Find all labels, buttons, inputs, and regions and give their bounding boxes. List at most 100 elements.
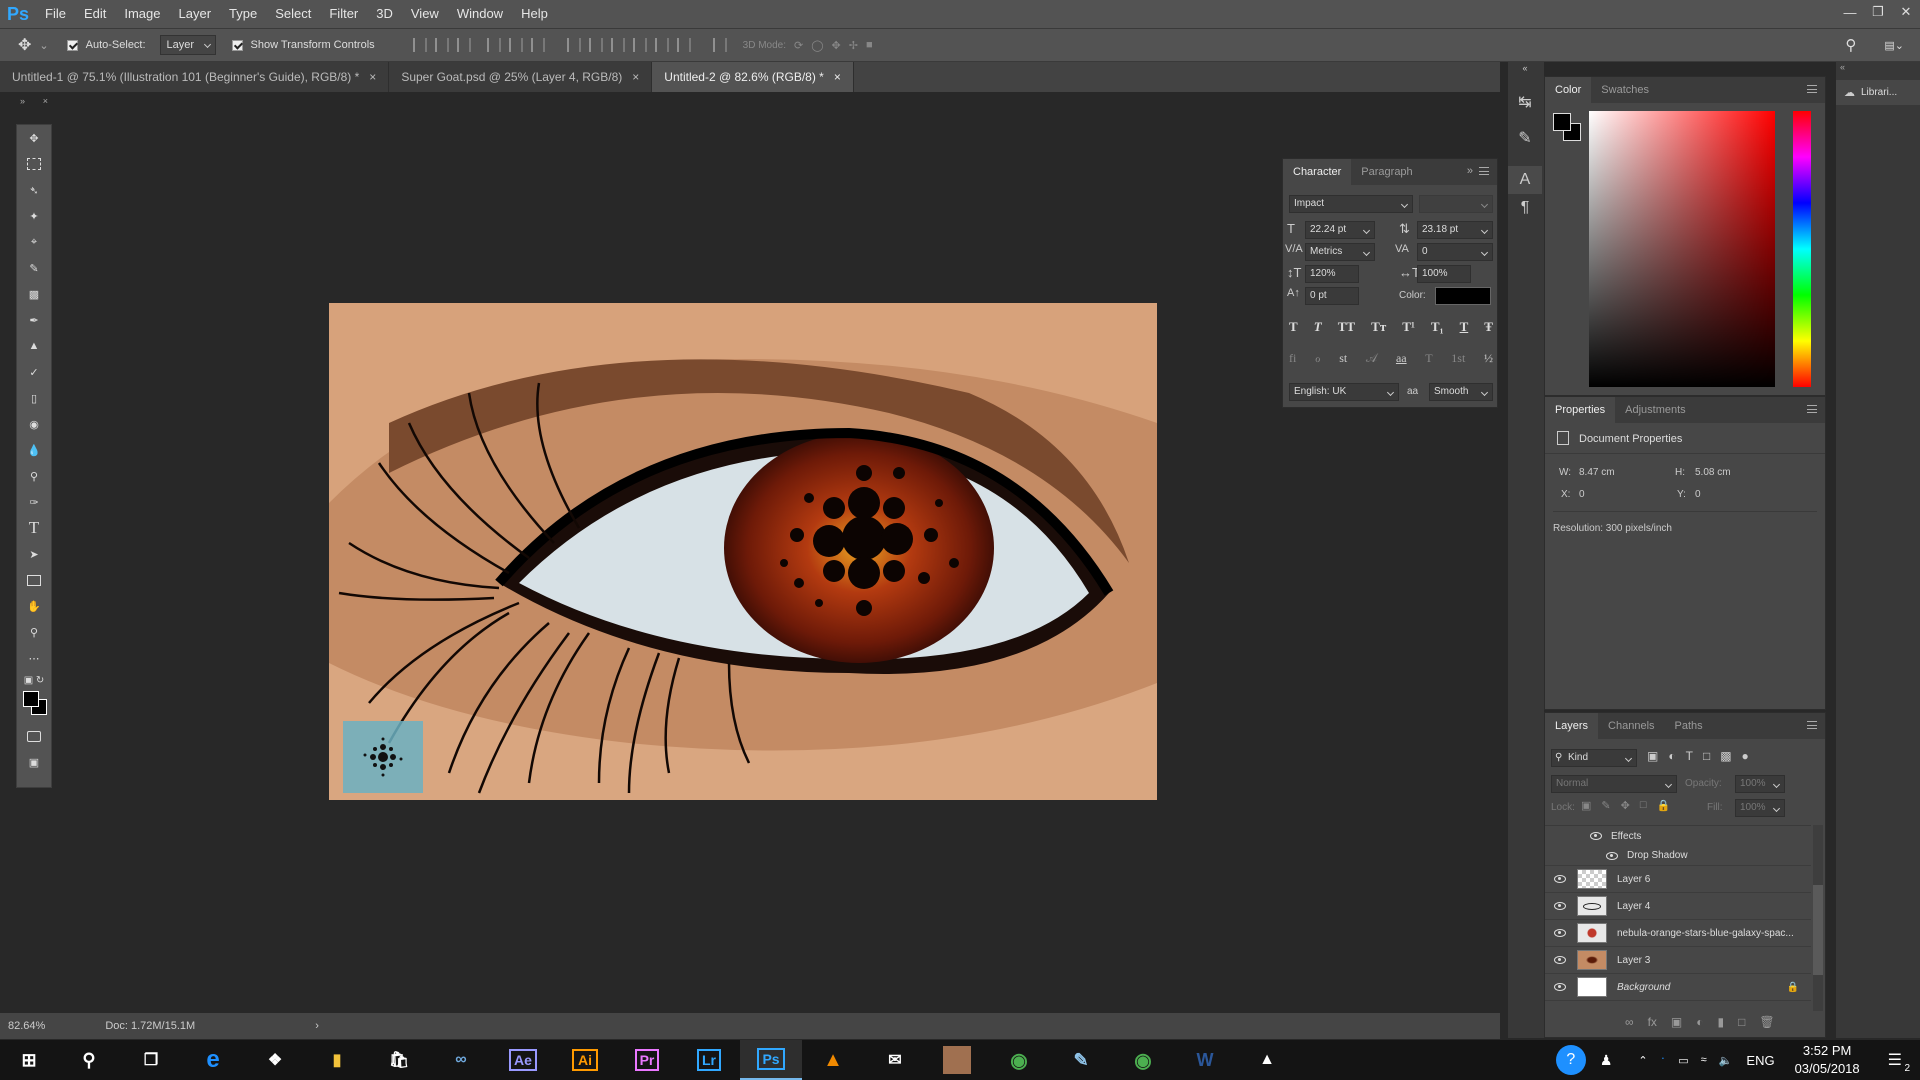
layer-row-layer-6[interactable]: Layer 6 bbox=[1545, 866, 1811, 893]
fg-bg-swatches[interactable] bbox=[1553, 113, 1583, 143]
tab-super-goat[interactable]: Super Goat.psd @ 25% (Layer 4, RGB/8) × bbox=[389, 62, 653, 92]
search-icon[interactable]: ⚲ bbox=[58, 1040, 120, 1080]
visibility-eye-icon[interactable] bbox=[1545, 956, 1575, 964]
wifi-icon[interactable]: ≈ bbox=[1701, 1054, 1707, 1066]
tab-swatches[interactable]: Swatches bbox=[1591, 77, 1659, 103]
distribute-vcenter-icon[interactable] bbox=[588, 38, 603, 52]
distribute-right-icon[interactable] bbox=[676, 38, 691, 52]
history-brush-tool-icon[interactable]: ✓ bbox=[17, 359, 51, 385]
filter-pixel-icon[interactable]: ▣ bbox=[1647, 749, 1658, 763]
menu-help[interactable]: Help bbox=[512, 0, 557, 28]
height-value[interactable]: 5.08 cm bbox=[1695, 467, 1731, 478]
tab-untitled-2[interactable]: Untitled-2 @ 82.6% (RGB/8) * × bbox=[652, 62, 854, 92]
photoshop-taskbar-icon[interactable]: Ps bbox=[740, 1040, 802, 1080]
volume-icon[interactable]: 🔈 bbox=[1719, 1054, 1733, 1067]
strikethrough-button[interactable]: Ŧ bbox=[1484, 319, 1493, 335]
clone-stamp-tool-icon[interactable]: ▲ bbox=[17, 333, 51, 359]
type-tool-icon[interactable]: T bbox=[17, 515, 51, 541]
panel-menu-icon[interactable] bbox=[1479, 167, 1489, 175]
paragraph-panel-icon[interactable]: ¶ bbox=[1508, 194, 1542, 222]
filter-type-icon[interactable]: T bbox=[1686, 749, 1693, 763]
tracking-field[interactable]: 0 bbox=[1417, 243, 1493, 261]
bluetooth-icon[interactable]: ᛫ bbox=[1660, 1054, 1667, 1066]
3d-scale-icon[interactable]: ■ bbox=[866, 39, 873, 51]
screen-mode-icon[interactable]: ▣ bbox=[17, 749, 51, 775]
drop-shadow-row[interactable]: Drop Shadow bbox=[1545, 846, 1811, 866]
old-style-button[interactable]: aa bbox=[1396, 351, 1407, 366]
illustrator-icon[interactable]: Ai bbox=[554, 1040, 616, 1080]
all-caps-button[interactable]: TT bbox=[1338, 319, 1355, 335]
document-canvas[interactable] bbox=[329, 303, 1157, 800]
show-hidden-icon[interactable]: ⌃ bbox=[1638, 1054, 1647, 1067]
y-value[interactable]: 0 bbox=[1695, 489, 1701, 500]
rectangle-tool-icon[interactable] bbox=[17, 567, 51, 593]
tab-paths[interactable]: Paths bbox=[1665, 713, 1713, 739]
healing-brush-tool-icon[interactable]: ▩ bbox=[17, 281, 51, 307]
panel-menu-icon[interactable] bbox=[1807, 85, 1817, 93]
tab-layers[interactable]: Layers bbox=[1545, 713, 1599, 739]
language-dropdown[interactable]: English: UK bbox=[1289, 383, 1399, 401]
visibility-eye-icon[interactable] bbox=[1545, 983, 1575, 991]
language-indicator[interactable]: ENG bbox=[1746, 1053, 1774, 1068]
superscript-button[interactable]: T¹ bbox=[1402, 319, 1415, 335]
close-icon[interactable]: × bbox=[632, 62, 639, 92]
eraser-tool-icon[interactable]: ▯ bbox=[17, 385, 51, 411]
effects-row[interactable]: Effects bbox=[1545, 826, 1811, 846]
filter-toggle-icon[interactable]: ● bbox=[1742, 749, 1749, 763]
filter-smartobject-icon[interactable]: ▩ bbox=[1720, 749, 1731, 763]
word-icon[interactable]: W bbox=[1174, 1040, 1236, 1080]
expand-icon[interactable]: » bbox=[1467, 165, 1473, 177]
distribute-bottom-icon[interactable] bbox=[610, 38, 625, 52]
user-avatar-app-icon[interactable] bbox=[926, 1040, 988, 1080]
tab-paragraph[interactable]: Paragraph bbox=[1351, 159, 1422, 185]
task-view-icon[interactable]: ❐ bbox=[120, 1040, 182, 1080]
align-hcenter-icon[interactable] bbox=[508, 38, 523, 52]
menu-select[interactable]: Select bbox=[266, 0, 320, 28]
auto-align-icon[interactable] bbox=[712, 38, 727, 52]
layer-name[interactable]: Layer 3 bbox=[1617, 955, 1650, 966]
zoom-tool-icon[interactable]: ⚲ bbox=[17, 619, 51, 645]
tab-channels[interactable]: Channels bbox=[1598, 713, 1664, 739]
visibility-eye-icon[interactable] bbox=[1545, 929, 1575, 937]
battery-icon[interactable]: ▭ bbox=[1678, 1054, 1688, 1067]
3d-pan-icon[interactable]: ✥ bbox=[832, 39, 841, 52]
people-icon[interactable]: ♟ bbox=[1600, 1052, 1613, 1069]
zoom-level[interactable]: 82.64% bbox=[8, 1020, 45, 1032]
brush-tool-icon[interactable]: ✒ bbox=[17, 307, 51, 333]
chrome-icon-2[interactable]: ◉ bbox=[1112, 1040, 1174, 1080]
x-value[interactable]: 0 bbox=[1579, 489, 1585, 500]
color-swatches[interactable] bbox=[21, 689, 51, 723]
fractions-button[interactable]: ½ bbox=[1484, 351, 1493, 366]
align-bottom-icon[interactable] bbox=[456, 38, 471, 52]
baseline-shift-field[interactable]: 0 pt bbox=[1305, 287, 1359, 305]
edge-browser-icon[interactable]: e bbox=[182, 1040, 244, 1080]
layer-name[interactable]: Layer 4 bbox=[1617, 901, 1650, 912]
lock-artboard-icon[interactable]: □ bbox=[1640, 799, 1647, 812]
adjustment-layer-icon[interactable]: ◐ bbox=[1696, 1015, 1703, 1029]
text-color-swatch[interactable] bbox=[1435, 287, 1491, 305]
distribute-top-icon[interactable] bbox=[566, 38, 581, 52]
move-tool-icon[interactable]: ✥ bbox=[17, 125, 51, 151]
photos-icon[interactable]: ▲ bbox=[1236, 1040, 1298, 1080]
marquee-tool-icon[interactable] bbox=[17, 151, 51, 177]
distribute-left-icon[interactable] bbox=[632, 38, 647, 52]
menu-window[interactable]: Window bbox=[448, 0, 512, 28]
3d-orbit-icon[interactable]: ⟳ bbox=[794, 39, 803, 52]
layer-row-layer-4[interactable]: Layer 4 bbox=[1545, 893, 1811, 920]
delete-layer-icon[interactable]: 🗑 bbox=[1759, 1015, 1774, 1029]
layer-row-background[interactable]: Background 🔒 bbox=[1545, 974, 1811, 1001]
layers-scrollbar[interactable] bbox=[1813, 825, 1823, 1011]
faux-italic-button[interactable]: T bbox=[1314, 319, 1322, 335]
new-layer-icon[interactable]: □ bbox=[1738, 1015, 1745, 1029]
mail-icon[interactable]: ✉ bbox=[864, 1040, 926, 1080]
close-icon[interactable]: × bbox=[369, 62, 376, 92]
auto-select-checkbox[interactable] bbox=[66, 39, 78, 51]
align-vcenter-icon[interactable] bbox=[434, 38, 449, 52]
visibility-eye-icon[interactable] bbox=[1545, 875, 1575, 883]
layer-name[interactable]: Layer 6 bbox=[1617, 874, 1650, 885]
menu-filter[interactable]: Filter bbox=[320, 0, 367, 28]
premiere-icon[interactable]: Pr bbox=[616, 1040, 678, 1080]
quick-select-tool-icon[interactable]: ✦ bbox=[17, 203, 51, 229]
small-caps-button[interactable]: Tт bbox=[1371, 319, 1386, 335]
blur-tool-icon[interactable]: 💧 bbox=[17, 437, 51, 463]
